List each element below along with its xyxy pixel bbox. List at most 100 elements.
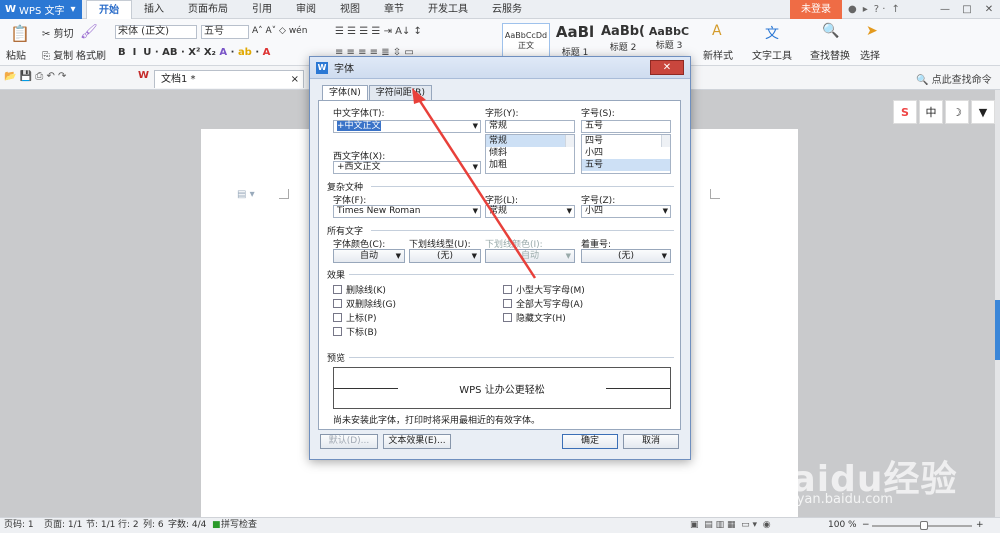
- complex-size-select[interactable]: 小四 ▼: [581, 205, 671, 218]
- text-tools-button[interactable]: 文字工具: [752, 47, 792, 62]
- tab-cloud[interactable]: 云服务: [480, 0, 534, 19]
- zoom-in-button[interactable]: +: [976, 518, 984, 533]
- ok-button[interactable]: 确定: [562, 434, 618, 449]
- format-painter-button[interactable]: 格式刷: [76, 47, 106, 62]
- tab-chapter[interactable]: 章节: [372, 0, 416, 19]
- list-item[interactable]: 五号: [582, 159, 670, 171]
- zoom-slider[interactable]: [872, 521, 972, 530]
- tab-char-spacing[interactable]: 字符间距(R): [368, 85, 433, 100]
- minimize-button[interactable]: —: [934, 0, 956, 19]
- vertical-scrollbar[interactable]: [995, 90, 1000, 517]
- list-scrollbar[interactable]: [565, 135, 574, 147]
- zoom-slider-knob[interactable]: [920, 521, 928, 530]
- cancel-button[interactable]: 取消: [623, 434, 679, 449]
- close-tab-icon[interactable]: ×: [291, 71, 299, 88]
- emphasis-select[interactable]: (无) ▼: [581, 249, 671, 263]
- login-button[interactable]: 未登录: [790, 0, 842, 19]
- complex-style-select[interactable]: 常规 ▼: [485, 205, 575, 218]
- help-icon[interactable]: ? ·: [874, 4, 886, 15]
- all-caps-checkbox[interactable]: 全部大写字母(A): [503, 297, 583, 310]
- tab-page-layout[interactable]: 页面布局: [176, 0, 240, 19]
- copy-button[interactable]: ⎘ 复制: [42, 47, 73, 62]
- subscript-checkbox[interactable]: 下标(B): [333, 325, 377, 338]
- dialog-close-button[interactable]: ✕: [650, 60, 684, 75]
- hidden-text-checkbox[interactable]: 隐藏文字(H): [503, 311, 566, 324]
- tab-font[interactable]: 字体(N): [322, 85, 368, 101]
- double-strikethrough-checkbox[interactable]: 双删除线(G): [333, 297, 396, 310]
- find-replace-button[interactable]: 查找替换: [810, 47, 850, 62]
- checkbox-box[interactable]: [333, 285, 342, 294]
- page-corner-mark: [279, 189, 289, 199]
- app-menu-button[interactable]: W WPS 文字 ▾: [0, 0, 82, 19]
- view-mode-icons[interactable]: ▣ ▤ ▥ ▦ ▭ ▾ ◉: [690, 518, 771, 533]
- style-input[interactable]: 常规: [485, 120, 575, 133]
- sogou-icon[interactable]: S: [893, 100, 917, 124]
- checkbox-box[interactable]: [333, 327, 342, 336]
- tab-view[interactable]: 视图: [328, 0, 372, 19]
- new-style-icon[interactable]: A: [712, 23, 722, 39]
- paste-icon[interactable]: 📋: [10, 24, 30, 43]
- text-effect-button[interactable]: 文本效果(E)...: [383, 434, 451, 449]
- style-list[interactable]: 常规 倾斜 加粗: [485, 134, 575, 174]
- list-item[interactable]: 四号: [582, 135, 670, 147]
- shirt-icon[interactable]: ▼: [971, 100, 995, 124]
- checkbox-box[interactable]: [333, 313, 342, 322]
- new-style-button[interactable]: 新样式: [703, 47, 733, 62]
- zoom-level[interactable]: 100 %: [828, 518, 857, 533]
- font-size-select[interactable]: 五号: [201, 25, 249, 39]
- select-button[interactable]: 选择: [860, 47, 880, 62]
- tab-review[interactable]: 审阅: [284, 0, 328, 19]
- default-button: 默认(D)...: [320, 434, 378, 449]
- document-tab[interactable]: 文档1 * ×: [154, 70, 304, 88]
- close-button[interactable]: ✕: [978, 0, 1000, 19]
- checkbox-box[interactable]: [333, 299, 342, 308]
- spell-check-button[interactable]: 拼写检查: [221, 518, 257, 533]
- tab-insert[interactable]: 插入: [132, 0, 176, 19]
- west-font-select[interactable]: +西文正文 ▼: [333, 161, 481, 174]
- checkbox-box[interactable]: [503, 313, 512, 322]
- font-color-value: 自动: [359, 251, 378, 261]
- select-icon[interactable]: ➤: [866, 23, 878, 39]
- search-command[interactable]: 🔍 点此查找命令: [916, 71, 992, 86]
- size-input[interactable]: 五号: [581, 120, 671, 133]
- strikethrough-checkbox[interactable]: 删除线(K): [333, 283, 386, 296]
- checkbox-box[interactable]: [503, 285, 512, 294]
- list-item[interactable]: 小四: [582, 147, 670, 159]
- quick-tools[interactable]: 📂 💾 ⎙ ↶ ↷: [4, 71, 66, 82]
- restore-button[interactable]: □: [956, 0, 978, 19]
- font-name-select[interactable]: 宋体 (正文): [115, 25, 197, 39]
- list-item[interactable]: 倾斜: [486, 147, 574, 159]
- size-list[interactable]: 四号 小四 五号: [581, 134, 671, 174]
- cut-button[interactable]: ✂ 剪切: [42, 25, 74, 40]
- collapse-icon[interactable]: ↑: [891, 4, 899, 15]
- share-icon[interactable]: ▸: [863, 4, 868, 15]
- text-tools-icon[interactable]: 文: [765, 23, 779, 43]
- tab-references[interactable]: 引用: [240, 0, 284, 19]
- skin-icon[interactable]: ●: [848, 4, 857, 15]
- paragraph-icon[interactable]: ▤ ▾: [237, 189, 255, 200]
- zoom-out-button[interactable]: −: [862, 518, 870, 533]
- format-buttons[interactable]: B I U · AB · X² X₂ A · ab · A: [118, 47, 270, 58]
- tab-home[interactable]: 开始: [86, 0, 132, 19]
- format-painter-icon[interactable]: 🖌: [80, 24, 98, 40]
- find-replace-icon[interactable]: 🔍: [822, 23, 839, 39]
- chevron-down-icon: ▼: [471, 252, 477, 260]
- paste-button[interactable]: 粘贴: [6, 47, 26, 62]
- small-caps-checkbox[interactable]: 小型大写字母(M): [503, 283, 585, 296]
- list-scrollbar[interactable]: [661, 135, 670, 147]
- underline-select[interactable]: (无) ▼: [409, 249, 481, 263]
- font-color-select[interactable]: 自动 ▼: [333, 249, 405, 263]
- font-size-tools[interactable]: A˄ A˅ ◇ wén: [252, 26, 307, 36]
- list-item[interactable]: 加粗: [486, 159, 574, 171]
- tab-developer[interactable]: 开发工具: [416, 0, 480, 19]
- superscript-checkbox[interactable]: 上标(P): [333, 311, 376, 324]
- paragraph-tools[interactable]: ☰ ☰ ☰ ☰ ⇥ A↓ ↕: [335, 26, 422, 37]
- list-item[interactable]: 常规: [486, 135, 574, 147]
- checkbox-box[interactable]: [503, 299, 512, 308]
- moon-icon[interactable]: ☽: [945, 100, 969, 124]
- side-toolbar: S 中 ☽ ▼: [893, 100, 995, 124]
- cn-font-select[interactable]: +中文正文 ▼: [333, 120, 481, 133]
- chinese-input-icon[interactable]: 中: [919, 100, 943, 124]
- complex-font-select[interactable]: Times New Roman ▼: [333, 205, 481, 218]
- scrollbar-thumb[interactable]: [995, 300, 1000, 360]
